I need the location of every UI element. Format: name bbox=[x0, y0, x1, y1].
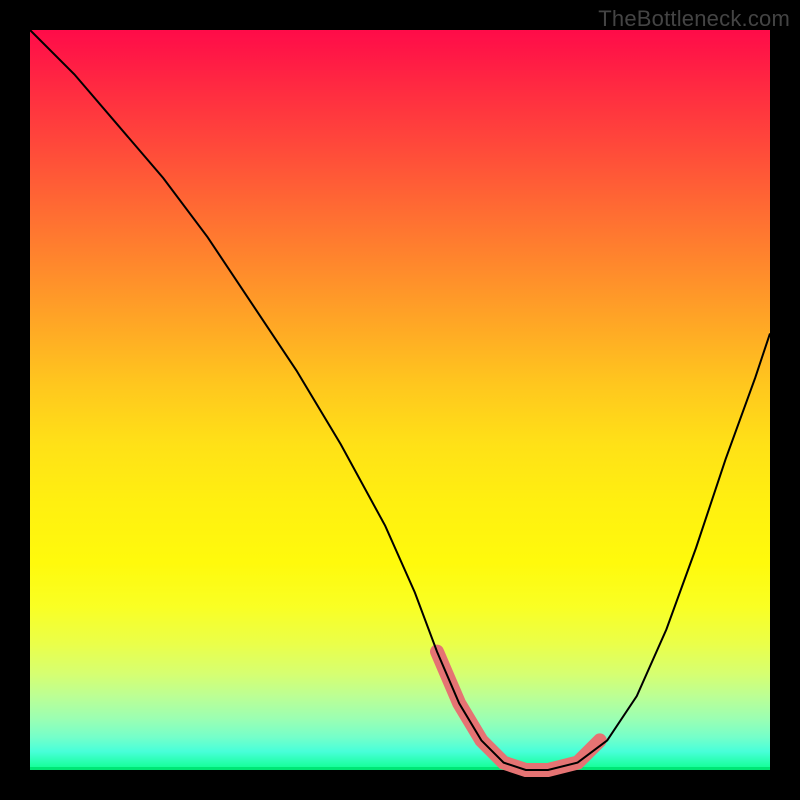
highlight-segment bbox=[437, 652, 600, 770]
watermark-label: TheBottleneck.com bbox=[598, 6, 790, 32]
curve-layer bbox=[30, 30, 770, 770]
chart-container: TheBottleneck.com bbox=[0, 0, 800, 800]
bottleneck-curve bbox=[30, 30, 770, 770]
plot-area bbox=[30, 30, 770, 770]
